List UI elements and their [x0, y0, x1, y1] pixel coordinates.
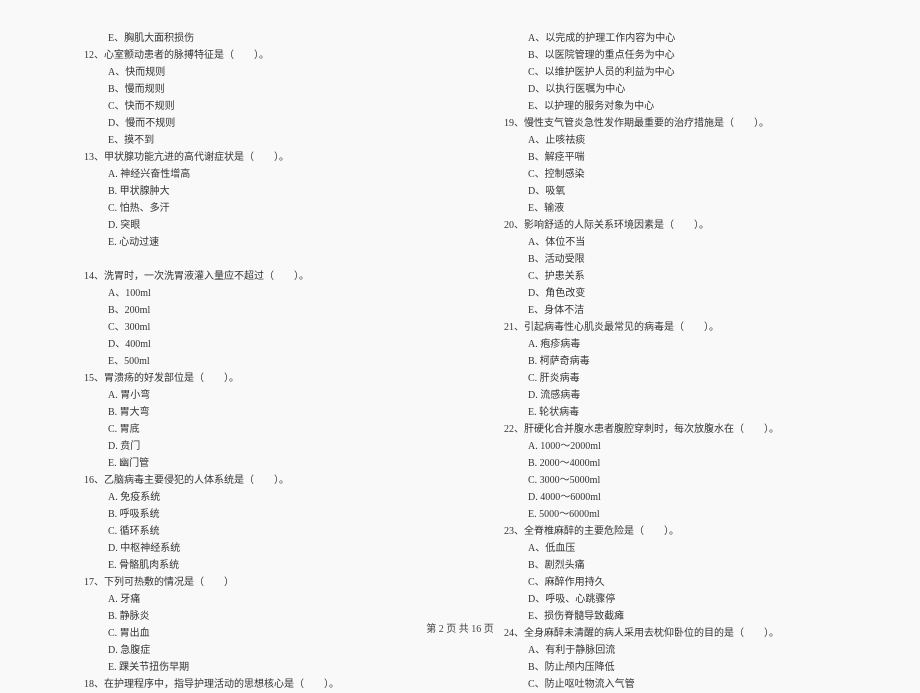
option-text: A、快而规则: [60, 64, 440, 81]
right-column: A、以完成的护理工作内容为中心B、以医院管理的重点任务为中心C、以维护医护人员的…: [480, 30, 860, 610]
option-text: D. 中枢神经系统: [60, 540, 440, 557]
option-text: D、呼吸、心跳骤停: [480, 591, 860, 608]
option-text: A. 1000～2000ml: [480, 438, 860, 455]
option-text: C. 怕热、多汗: [60, 200, 440, 217]
question-text: 23、全脊椎麻醉的主要危险是（ ）。: [480, 523, 860, 540]
option-text: D、角色改变: [480, 285, 860, 302]
option-text: B、活动受限: [480, 251, 860, 268]
option-text: B、解痉平喘: [480, 149, 860, 166]
question-text: 20、影响舒适的人际关系环境因素是（ ）。: [480, 217, 860, 234]
question-text: [60, 251, 440, 268]
question-text: 16、乙脑病毒主要侵犯的人体系统是（ ）。: [60, 472, 440, 489]
option-text: B、剧烈头痛: [480, 557, 860, 574]
option-text: B、200ml: [60, 302, 440, 319]
option-text: C、以维护医护人员的利益为中心: [480, 64, 860, 81]
question-text: 17、下列可热敷的情况是（ ）: [60, 574, 440, 591]
option-text: B. 胃大弯: [60, 404, 440, 421]
option-text: D、以执行医嘱为中心: [480, 81, 860, 98]
option-text: A. 免疫系统: [60, 489, 440, 506]
option-text: B. 2000～4000ml: [480, 455, 860, 472]
option-text: B、防止颅内压降低: [480, 659, 860, 676]
option-text: A、止咳祛痰: [480, 132, 860, 149]
option-text: E. 骨骼肌肉系统: [60, 557, 440, 574]
question-text: 12、心室颤动患者的脉搏特征是（ ）。: [60, 47, 440, 64]
option-text: B、以医院管理的重点任务为中心: [480, 47, 860, 64]
option-text: A、以完成的护理工作内容为中心: [480, 30, 860, 47]
option-text: E、输液: [480, 200, 860, 217]
option-text: A、100ml: [60, 285, 440, 302]
option-text: C. 胃底: [60, 421, 440, 438]
option-text: E. 轮状病毒: [480, 404, 860, 421]
option-text: A. 胃小弯: [60, 387, 440, 404]
question-text: 18、在护理程序中，指导护理活动的思想核心是（ ）。: [60, 676, 440, 693]
option-text: B. 甲状腺肿大: [60, 183, 440, 200]
option-text: C. 肝炎病毒: [480, 370, 860, 387]
question-text: 22、肝硬化合并腹水患者腹腔穿刺时，每次放腹水在（ ）。: [480, 421, 860, 438]
option-text: C. 3000～5000ml: [480, 472, 860, 489]
option-text: E、身体不洁: [480, 302, 860, 319]
option-text: E、500ml: [60, 353, 440, 370]
question-text: 19、慢性支气管炎急性发作期最重要的治疗措施是（ ）。: [480, 115, 860, 132]
option-text: A、有利于静脉回流: [480, 642, 860, 659]
option-text: D. 贲门: [60, 438, 440, 455]
option-text: B、慢而规则: [60, 81, 440, 98]
option-text: A、体位不当: [480, 234, 860, 251]
option-text: A、低血压: [480, 540, 860, 557]
question-text: 13、甲状腺功能亢进的高代谢症状是（ ）。: [60, 149, 440, 166]
option-text: B. 柯萨奇病毒: [480, 353, 860, 370]
option-text: E、胸肌大面积损伤: [60, 30, 440, 47]
option-text: D. 突眼: [60, 217, 440, 234]
question-text: 21、引起病毒性心肌炎最常见的病毒是（ ）。: [480, 319, 860, 336]
option-text: C、防止呕吐物流入气管: [480, 676, 860, 693]
question-text: 15、胃溃疡的好发部位是（ ）。: [60, 370, 440, 387]
option-text: E. 5000～6000ml: [480, 506, 860, 523]
page-footer: 第 2 页 共 16 页: [0, 620, 920, 635]
option-text: C、护患关系: [480, 268, 860, 285]
option-text: A. 神经兴奋性增高: [60, 166, 440, 183]
option-text: C、麻醉作用持久: [480, 574, 860, 591]
option-text: C. 循环系统: [60, 523, 440, 540]
option-text: E. 幽门管: [60, 455, 440, 472]
option-text: D、吸氧: [480, 183, 860, 200]
option-text: E. 踝关节扭伤早期: [60, 659, 440, 676]
option-text: E. 心动过速: [60, 234, 440, 251]
option-text: D、400ml: [60, 336, 440, 353]
option-text: E、以护理的服务对象为中心: [480, 98, 860, 115]
option-text: B. 呼吸系统: [60, 506, 440, 523]
option-text: C、控制感染: [480, 166, 860, 183]
option-text: C、快而不规则: [60, 98, 440, 115]
option-text: A. 牙痛: [60, 591, 440, 608]
option-text: D. 急腹症: [60, 642, 440, 659]
page-content: E、胸肌大面积损伤12、心室颤动患者的脉搏特征是（ ）。A、快而规则B、慢而规则…: [60, 30, 860, 610]
option-text: A. 疱疹病毒: [480, 336, 860, 353]
option-text: D. 流感病毒: [480, 387, 860, 404]
option-text: C、300ml: [60, 319, 440, 336]
option-text: D、慢而不规则: [60, 115, 440, 132]
option-text: D. 4000～6000ml: [480, 489, 860, 506]
left-column: E、胸肌大面积损伤12、心室颤动患者的脉搏特征是（ ）。A、快而规则B、慢而规则…: [60, 30, 440, 610]
question-text: 14、洗胃时，一次洗胃液灌入量应不超过（ ）。: [60, 268, 440, 285]
option-text: E、摸不到: [60, 132, 440, 149]
